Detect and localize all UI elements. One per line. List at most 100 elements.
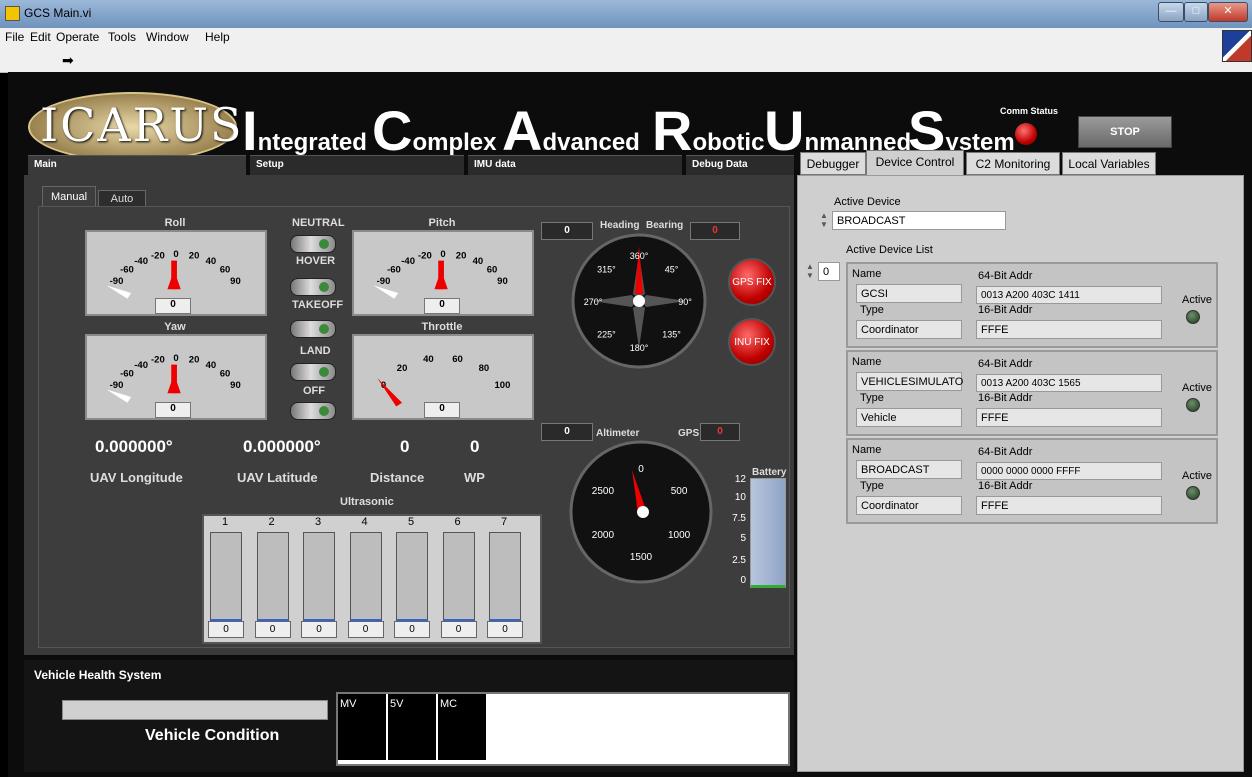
inu-fix-indicator[interactable]: INU FIX [728,318,776,366]
roll-tick-2: -40 [134,256,148,267]
run-arrow-icon[interactable]: ➡ [62,52,74,69]
device-index-field[interactable]: 0 [818,262,840,281]
addr64-label: 64-Bit Addr [978,270,1033,282]
neutral-toggle[interactable] [290,235,336,253]
roll-tick-6: 40 [206,256,217,267]
ultrasonic-value: 0 [487,621,523,638]
hover-toggle[interactable] [290,278,336,296]
takeoff-toggle[interactable] [290,320,336,338]
tab-imu-data[interactable]: IMU data [468,155,682,175]
roll-label: Roll [164,217,186,229]
channel-mc: MC [438,694,486,760]
compass-tick-4: 180° [630,343,649,353]
active-device-field[interactable]: BROADCAST [832,211,1006,230]
device-type-field[interactable]: Coordinator [856,496,962,515]
channel-mv: MV [338,694,387,760]
compass-tick-7: 315° [597,264,616,274]
altimeter-tick-3: 1500 [630,552,653,563]
roll-tick-3: -20 [151,251,165,262]
tab-debug-data[interactable]: Debug Data [686,155,794,175]
device-type-field[interactable]: Coordinator [856,320,962,339]
compass-tick-6: 270° [584,297,603,307]
ultrasonic-channel-label: 5 [408,516,415,528]
active-device-list-label: Active Device List [846,244,933,256]
throttle-value: 0 [424,402,460,418]
altimeter-tick-5: 2500 [592,486,615,497]
yaw-tick-1: -60 [120,369,134,380]
yaw-tick-0: -90 [110,380,124,391]
menu-help[interactable]: Help [205,30,230,44]
altimeter-value: 0 [541,423,593,441]
menu-edit[interactable]: Edit [30,30,51,44]
roll-tick-5: 20 [189,251,200,262]
minimize-button[interactable]: — [1158,2,1184,22]
name-label: Name [852,444,882,456]
device-type-field[interactable]: Vehicle [856,408,962,427]
device-addr16-field[interactable]: FFFE [976,320,1162,339]
tab-c2-monitoring[interactable]: C2 Monitoring [966,152,1060,175]
pitch-tick-4: 0 [440,249,445,260]
active-led [1186,398,1200,412]
stop-button[interactable]: STOP [1078,116,1172,148]
throttle-tick-1: 20 [397,363,408,374]
state-off-label: OFF [303,385,325,397]
device-addr16-field[interactable]: FFFE [976,496,1162,515]
yaw-tick-3: -20 [151,355,165,366]
tab-local-variables[interactable]: Local Variables [1062,152,1156,175]
condition-label: Vehicle Condition [145,727,280,744]
roll-tick-1: -60 [120,265,134,276]
device-name-field[interactable]: VEHICLESIMULATO [856,372,963,391]
active-label: Active [1182,382,1212,394]
throttle-label: Throttle [421,321,463,333]
land-toggle[interactable] [290,363,336,381]
pitch-tick-3: -20 [418,251,432,262]
bearing-label: Bearing [646,220,684,231]
device-addr16-field[interactable]: FFFE [976,408,1162,427]
ultrasonic-value: 0 [208,621,244,638]
tab-setup[interactable]: Setup [250,155,464,175]
throttle-tick-5: 100 [495,380,511,391]
addr64-label: 64-Bit Addr [978,446,1033,458]
altimeter-tick-1: 500 [671,486,688,497]
pitch-value: 0 [424,298,460,314]
yaw-tick-8: 90 [230,380,241,391]
ultrasonic-bar [396,532,428,621]
device-addr64-field[interactable]: 0013 A200 403C 1565 [976,374,1162,392]
ultrasonic-bar [256,532,289,621]
ultrasonic-bar [303,532,335,621]
banner-word-3: Advanced [502,99,640,162]
gps-fix-indicator[interactable]: GPS FIX [728,258,776,306]
name-label: Name [852,268,882,280]
device-index-spinner[interactable]: ▲ ▼ [806,262,816,280]
ultrasonic-value: 0 [394,621,430,638]
ultrasonic-channel-label: 2 [268,516,275,528]
pitch-tick-1: -60 [387,265,401,276]
tab-manual[interactable]: Manual [42,186,96,207]
maximize-button[interactable]: □ [1184,2,1208,22]
latitude-value: 0.000000° [243,437,321,456]
off-toggle[interactable] [290,402,336,420]
device-addr64-field[interactable]: 0000 0000 0000 FFFF [976,462,1162,480]
gps-value: 0 [700,423,740,441]
battery-bar [750,478,786,588]
menu-operate[interactable]: Operate [56,30,99,44]
addr16-label: 16-Bit Addr [978,392,1033,404]
tab-debugger[interactable]: Debugger [800,152,866,175]
menu-file[interactable]: File [5,30,24,44]
active-led [1186,310,1200,324]
tab-main[interactable]: Main [28,155,246,175]
ultrasonic-value: 0 [347,621,384,638]
altimeter-tick-4: 2000 [592,530,615,541]
close-button[interactable]: ✕ [1208,2,1248,22]
title-bar: GCS Main.vi — □ ✕ [0,0,1252,28]
state-takeoff-label: TAKEOFF [292,299,344,311]
device-addr64-field[interactable]: 0013 A200 403C 1411 [976,286,1162,304]
menu-tools[interactable]: Tools [108,30,136,44]
yaw-value: 0 [155,402,191,418]
device-name-field[interactable]: BROADCAST [856,460,962,479]
roll-tick-4: 0 [173,249,178,260]
tab-device-control[interactable]: Device Control [866,150,964,176]
active-device-spinner[interactable]: ▲ ▼ [820,211,830,229]
device-name-field[interactable]: GCSI [856,284,962,303]
menu-window[interactable]: Window [146,30,189,44]
